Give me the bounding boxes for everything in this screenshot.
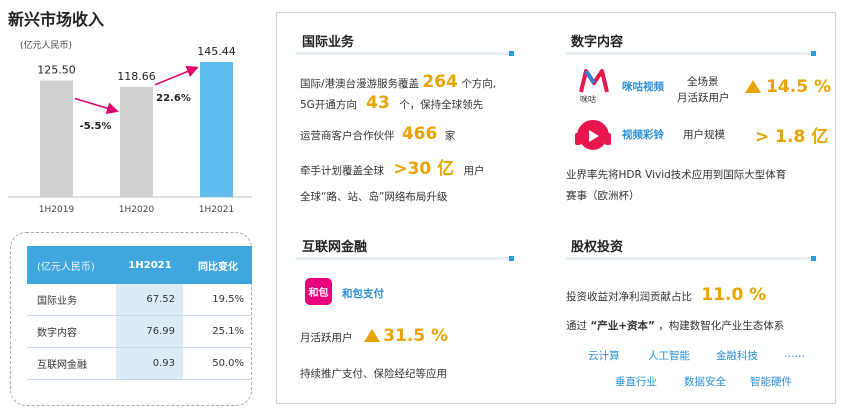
growth-arrow [154,65,199,86]
equity-l2-highlight: “产业+资本” [590,320,655,332]
growth-arrow [74,97,119,115]
migu-logo-icon: 咪咕 [576,67,612,105]
intl-l1-text: 国际/港澳台漫游服务覆盖 [300,78,420,90]
section-title-fintech: 互联网金融 [302,240,368,255]
keyword-item: 云计算 [588,350,620,362]
intl-l1-number: 264 [422,72,458,92]
section-divider [296,256,514,261]
intl-line-1: 国际/港澳台漫游服务覆盖 264 个方向, [300,72,496,92]
intl-l3-text: 运营商客户合作伙伴 [300,130,395,142]
table-cell-value: 0.93 [116,347,183,380]
table-row: 数字内容 76.99 25.1% [27,315,252,348]
intl-l2-text: 5G开通方向 [300,99,357,111]
equity-line-2: 通过 “产业+资本” ，构建数智化产业生态体系 [566,318,784,333]
table-cell-yoy: 50.0% [183,347,252,380]
video-ringtone-icon [573,117,613,155]
table-header-row: (亿元人民币) 1H2021 同比变化 [27,246,252,284]
table-cell-value: 67.52 [116,284,183,316]
migu-desc-2: 月活跃用户 [677,92,730,104]
migu-logo-text: 咪咕 [580,95,596,104]
keyword-item: 人工智能 [648,350,690,362]
section-title-equity: 股权投资 [571,240,624,255]
intl-line-4: 牵手计划覆盖全球 >30 亿 用户 [300,154,485,179]
chart-bar [120,86,153,197]
equity-l1-text: 投资收益对净利润贡献占比 [566,291,692,303]
intl-l3-number: 466 [401,124,438,144]
digital-line-4: 赛事（欧洲杯） [566,190,640,202]
equity-l1-number: 11.0 % [701,285,767,305]
section-title-intl: 国际业务 [302,35,355,50]
migu-mau-growth: 14.5 % [745,77,831,97]
ringtone-value: > 1.8 亿 [755,127,829,147]
bar-value-label: 118.66 [117,70,156,83]
x-tick-label: 1H2019 [39,205,75,215]
hebao-pay-label: 和包支付 [342,288,384,300]
migu-video-label: 咪咕视频 [622,81,664,93]
intl-l2-number: 43 [366,93,390,113]
hebao-logo-icon: 和包 [305,278,332,305]
intl-line-5: 全球“路、站、岛”网络布局升级 [300,191,448,203]
ringtone-desc: 用户规模 [683,129,725,141]
bar-value-label: 145.44 [197,45,236,58]
section-divider [566,51,816,56]
intl-l4-text: 牵手计划覆盖全球 [300,165,384,177]
fintech-mau-label: 月活跃用户 [300,332,353,344]
bar-value-label: 125.50 [37,64,76,77]
triangle-up-icon [745,80,761,93]
revenue-bar-chart: 125.50 1H2019 118.66 1H2020 145.44 1H2021 -5.5… [8,45,252,215]
table-header-yoy: 同比变化 [183,246,252,284]
intl-l3-suffix: 家 [444,130,456,142]
intl-l1-suffix: 个方向, [461,78,497,90]
video-ringtone-label: 视频彩铃 [622,129,664,141]
table-cell-yoy: 19.5% [183,284,252,316]
equity-line-1: 投资收益对净利润贡献占比 11.0 % [566,285,766,305]
yoy-table: (亿元人民币) 1H2021 同比变化 国际业务 67.52 19.5% 数字内… [27,246,252,380]
table-row: 互联网金融 0.93 50.0% [27,347,252,380]
x-tick-label: 1H2021 [199,205,234,215]
intl-l4-number: >30 亿 [393,159,455,179]
chart-bar [200,62,233,197]
section-title-digital: 数字内容 [571,35,624,50]
fintech-line-3: 持续推广支付、保险经纪等应用 [300,368,447,380]
growth-label: -5.5% [80,121,112,132]
table-cell-category: 国际业务 [27,284,116,316]
table-header-unit: (亿元人民币) [27,246,116,284]
keyword-item: …… [784,348,805,360]
fintech-mau-value: 31.5 % [383,326,449,346]
table-cell-category: 数字内容 [27,315,116,348]
table-header-period: 1H2021 [116,246,183,284]
keyword-item: 数据安全 [684,376,726,388]
table-row: 国际业务 67.52 19.5% [27,284,252,316]
growth-label: 22.6% [156,93,191,104]
migu-mau-value: 14.5 % [766,77,831,97]
digital-line-3: 业界率先将HDR Vivid技术应用到国际大型体育 [566,169,787,181]
chart-bar [40,80,73,197]
fintech-mau: 月活跃用户 31.5 % [300,326,448,346]
triangle-up-icon [363,329,380,342]
section-divider [566,256,816,261]
equity-l2-suffix: ，构建数智化产业生态体系 [658,320,785,332]
intl-line-2: 5G开通方向 43 个，保持全球领先 [300,93,483,113]
table-cell-value: 76.99 [116,315,183,348]
keyword-item: 智能硬件 [750,376,792,388]
intl-l2-suffix: 个，保持全球领先 [399,99,484,111]
x-tick-label: 1H2020 [119,205,155,215]
equity-l2-prefix: 通过 [566,320,587,332]
keyword-item: 金融科技 [716,350,758,362]
hebao-logo-text: 和包 [308,288,329,299]
migu-desc-1: 全场景 [687,76,719,88]
table-cell-yoy: 25.1% [183,315,252,348]
intl-line-3: 运营商客户合作伙伴 466 家 [300,124,455,144]
section-divider [296,51,514,56]
table-cell-category: 互联网金融 [27,347,116,380]
keyword-item: 垂直行业 [615,376,657,388]
intl-l4-suffix: 用户 [463,165,485,177]
